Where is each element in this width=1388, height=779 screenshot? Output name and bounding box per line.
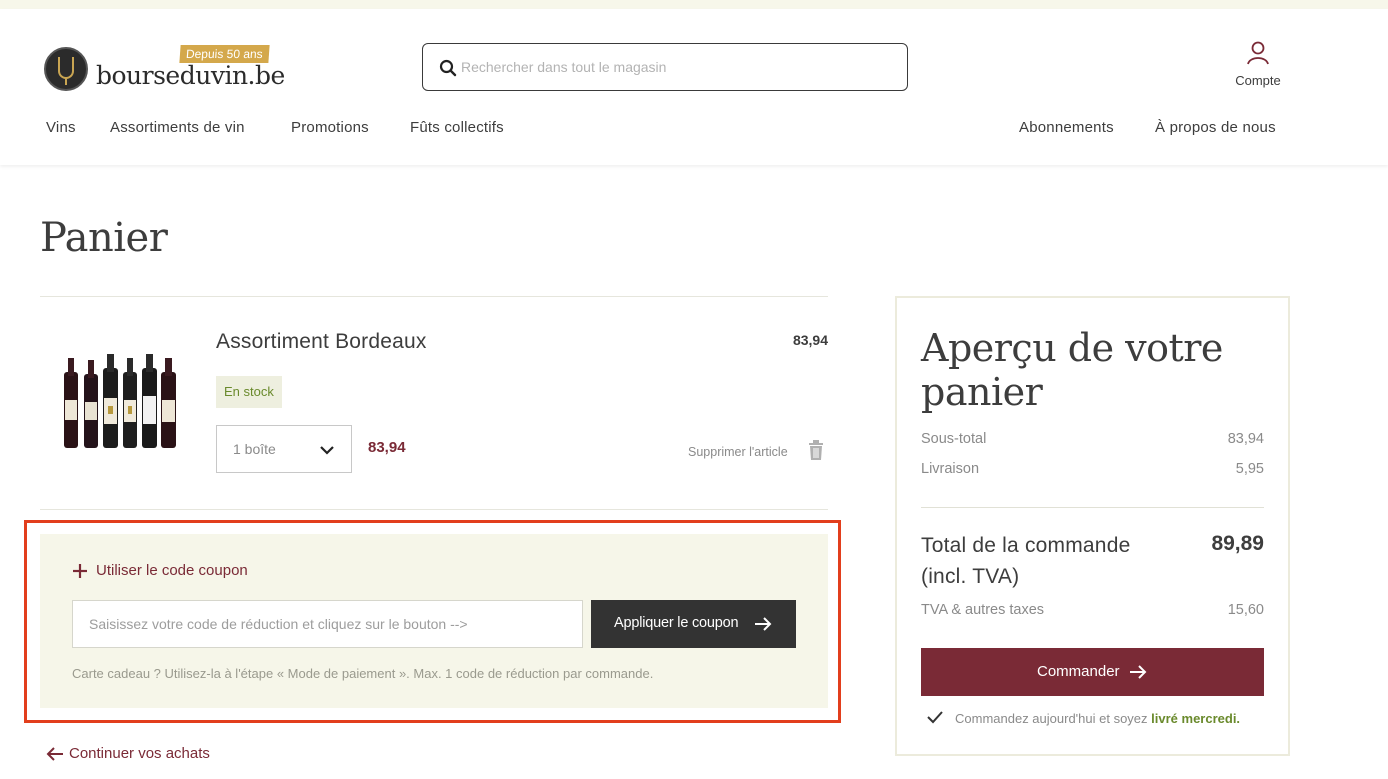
account-link[interactable]: Compte xyxy=(1228,39,1288,88)
remove-item-label: Supprimer l'article xyxy=(688,445,788,459)
apply-coupon-label: Appliquer le coupon xyxy=(614,615,739,631)
logo-text: bourseduvin.be xyxy=(96,61,285,90)
top-strip xyxy=(0,0,1388,9)
nav-item-assortiments[interactable]: Assortiments de vin xyxy=(110,119,245,136)
tax-value: 15,60 xyxy=(1227,602,1264,618)
line-total: 83,94 xyxy=(368,439,406,456)
apply-coupon-button[interactable]: Appliquer le coupon xyxy=(591,600,796,648)
product-image[interactable] xyxy=(60,354,180,450)
delivery-prefix: Commandez aujourd'hui et soyez xyxy=(955,711,1148,726)
shipping-label: Livraison xyxy=(921,461,980,477)
logo-icon xyxy=(44,47,88,91)
product-name[interactable]: Assortiment Bordeaux xyxy=(216,330,427,354)
subtotal-label: Sous-total xyxy=(921,431,987,447)
search-icon[interactable] xyxy=(439,59,457,77)
nav-item-vins[interactable]: Vins xyxy=(46,119,76,136)
arrow-left-icon xyxy=(46,747,63,761)
check-icon xyxy=(927,711,943,724)
order-total-value: 89,89 xyxy=(1211,532,1264,555)
user-icon xyxy=(1247,41,1269,65)
shipping-value: 5,95 xyxy=(1235,461,1264,477)
plus-icon xyxy=(73,564,87,578)
delivery-text: Commandez aujourd'hui et soyez livré mer… xyxy=(955,711,1240,726)
nav-item-futs-collectifs[interactable]: Fûts collectifs xyxy=(410,119,504,136)
continue-shopping-label: Continuer vos achats xyxy=(69,745,210,762)
delivery-day: livré mercredi. xyxy=(1151,711,1241,726)
nav-item-a-propos[interactable]: À propos de nous xyxy=(1155,119,1276,136)
nav-item-promotions[interactable]: Promotions xyxy=(291,119,369,136)
order-total-label: Total de la commande (incl. TVA) xyxy=(921,534,1131,588)
quantity-value: 1 boîte xyxy=(233,441,276,457)
coupon-hint: Carte cadeau ? Utilisez-la à l'étape « M… xyxy=(72,666,654,681)
trash-icon xyxy=(809,440,823,460)
site-header: bourseduvin.be Depuis 50 ans Compte xyxy=(0,9,1388,165)
checkout-label: Commander xyxy=(1037,663,1120,680)
logo-badge: Depuis 50 ans xyxy=(179,45,270,63)
subtotal-value: 83,94 xyxy=(1227,431,1264,447)
coupon-code-input[interactable] xyxy=(72,600,583,648)
account-label: Compte xyxy=(1235,73,1281,88)
product-unit-price: 83,94 xyxy=(792,332,828,348)
arrow-right-icon xyxy=(1130,665,1147,679)
search-input[interactable] xyxy=(461,44,891,90)
cart-top-divider xyxy=(40,296,828,297)
checkout-button[interactable]: Commander xyxy=(921,648,1264,696)
coupon-toggle-label: Utiliser le code coupon xyxy=(96,562,248,579)
quantity-select[interactable]: 1 boîte xyxy=(216,425,352,473)
cart-bottom-divider xyxy=(40,509,828,510)
summary-divider xyxy=(921,507,1264,508)
order-summary: Aperçu de votre panier Sous-total 83,94 … xyxy=(895,296,1290,756)
search-bar xyxy=(422,43,908,91)
chevron-down-icon xyxy=(320,446,334,455)
nav-item-abonnements[interactable]: Abonnements xyxy=(1019,119,1114,136)
site-logo[interactable]: bourseduvin.be Depuis 50 ans xyxy=(44,45,285,103)
summary-title: Aperçu de votre panier xyxy=(921,326,1223,414)
tax-label: TVA & autres taxes xyxy=(921,602,1045,618)
page-title: Panier xyxy=(40,215,168,261)
arrow-right-icon xyxy=(755,617,772,631)
stock-badge: En stock xyxy=(216,376,282,408)
coupon-section: Utiliser le code coupon Appliquer le cou… xyxy=(40,534,828,708)
